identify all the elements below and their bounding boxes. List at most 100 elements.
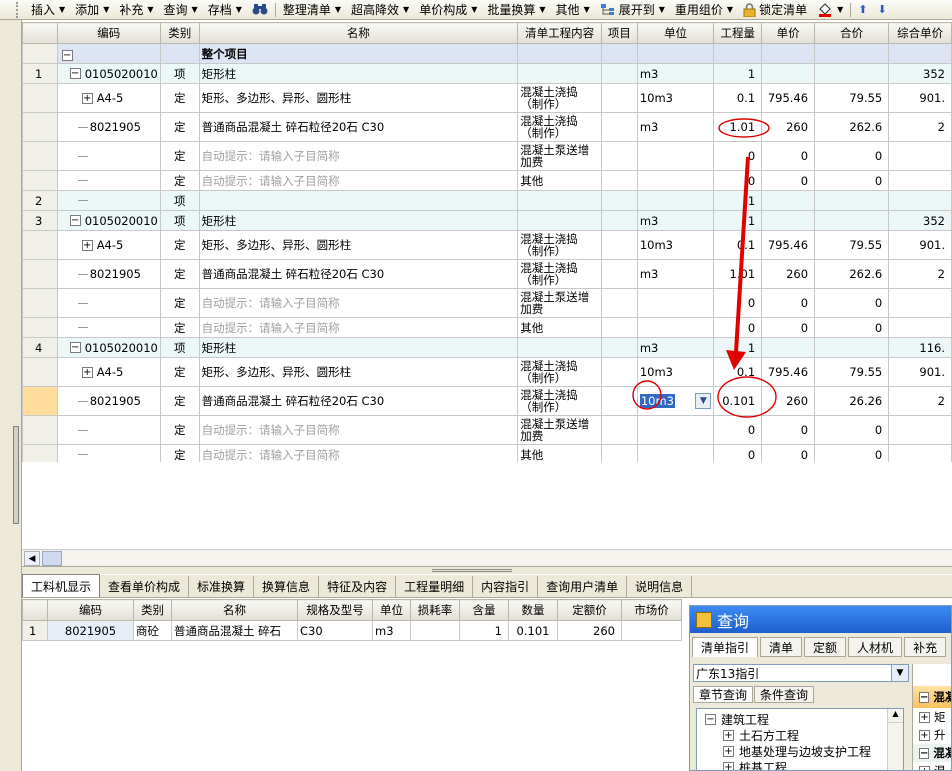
height-reduction-button[interactable]: 超高降效 ▼ — [346, 1, 414, 19]
type-cell[interactable]: 定 — [159, 170, 200, 191]
lock-list-button[interactable]: 锁定清单 — [738, 1, 812, 19]
move-down-button[interactable]: ⬇ — [872, 1, 891, 19]
header-qty[interactable]: 工程量 — [713, 22, 763, 44]
expand-to-button[interactable]: 展开到 ▼ — [595, 1, 670, 19]
quota-row[interactable]: 定自动提示：请输入子目简称 混凝土泵送增加费 0 0 0 — [22, 288, 952, 318]
total-cell[interactable]: 79.55 — [814, 230, 890, 260]
type-cell[interactable]: 定 — [159, 386, 200, 416]
price-cell[interactable]: 0 — [761, 415, 816, 445]
header-comprehensive[interactable]: 综合单价 — [888, 22, 952, 44]
price-cell[interactable] — [761, 337, 816, 358]
item-cell[interactable] — [601, 230, 638, 260]
res-header-unit[interactable]: 单位 — [372, 599, 411, 621]
name-cell[interactable]: 普通商品混凝土 碎石粒径20石 C30 — [198, 259, 519, 289]
add-button[interactable]: 添加 ▼ — [70, 1, 114, 19]
item-cell[interactable] — [601, 141, 638, 171]
quota-row[interactable]: 定自动提示：请输入子目简称 混凝土泵送增加费 0 0 0 — [22, 141, 952, 171]
type-cell[interactable]: 定 — [159, 444, 200, 462]
comprehensive-cell[interactable]: 116. — [888, 337, 952, 358]
reuse-pricing-button[interactable]: 重用组价 ▼ — [670, 1, 738, 19]
tab-unit-price-composition[interactable]: 查看单价构成 — [100, 576, 190, 597]
item-cell[interactable] — [601, 357, 638, 387]
item-cell[interactable] — [601, 63, 638, 84]
type-cell[interactable]: 项 — [159, 210, 200, 231]
code-cell[interactable] — [56, 317, 161, 338]
type-cell[interactable]: 定 — [159, 288, 200, 318]
type-cell[interactable]: 定 — [159, 317, 200, 338]
code-cell[interactable] — [56, 141, 161, 171]
qty-cell[interactable]: 0.1 — [713, 83, 763, 113]
tree-node-earthwork[interactable]: + 土石方工程 — [697, 727, 903, 743]
price-cell[interactable]: 260 — [761, 112, 816, 142]
qty-cell[interactable]: 0.101 — [713, 386, 763, 416]
tab-labor-material[interactable]: 人材机 — [848, 637, 903, 657]
tab-description[interactable]: 说明信息 — [627, 576, 693, 597]
unit-cell[interactable]: m3 — [636, 112, 715, 142]
price-cell[interactable]: 0 — [761, 444, 816, 462]
code-cell[interactable]: + A4-5 — [56, 230, 161, 260]
content-cell[interactable]: 混凝土浇捣（制作） — [517, 112, 603, 142]
total-cell[interactable]: 0 — [814, 444, 890, 462]
total-cell[interactable]: 262.6 — [814, 259, 890, 289]
name-cell[interactable]: 矩形、多边形、异形、圆形柱 — [198, 357, 519, 387]
code-cell[interactable] — [56, 288, 161, 318]
minus-box-icon[interactable]: − — [61, 49, 73, 61]
quota-row[interactable]: 8021905 定普通商品混凝土 碎石粒径20石 C30 混凝土浇捣（制作） m3 1.… — [22, 259, 952, 289]
unit-cell[interactable]: 10m3 — [636, 83, 715, 113]
quota-row[interactable]: + A4-5 定矩形、多边形、异形、圆形柱 混凝土浇捣（制作） 10m3 0.1 795.4… — [22, 357, 952, 387]
type-cell[interactable]: 项 — [159, 337, 200, 358]
header-total[interactable]: 合价 — [814, 22, 890, 44]
qty-cell[interactable]: 0 — [713, 317, 763, 338]
content-cell[interactable] — [517, 63, 603, 84]
comprehensive-cell[interactable] — [888, 444, 952, 462]
item-cell[interactable] — [601, 317, 638, 338]
supplement-button[interactable]: 补充 ▼ — [114, 1, 158, 19]
find-button[interactable] — [247, 1, 273, 19]
item-cell[interactable] — [601, 288, 638, 318]
price-cell[interactable]: 0 — [761, 288, 816, 318]
name-cell[interactable]: 矩形柱 — [198, 210, 519, 231]
qty-cell[interactable]: 1 — [713, 337, 763, 358]
plus-box-icon[interactable]: + — [81, 92, 93, 104]
comprehensive-cell[interactable] — [888, 190, 952, 211]
quota-row[interactable]: + A4-5 定矩形、多边形、异形、圆形柱 混凝土浇捣（制作） 10m3 0.1 795.4… — [22, 83, 952, 113]
item-cell[interactable] — [601, 83, 638, 113]
res-header-loss[interactable]: 损耗率 — [410, 599, 460, 621]
plus-box-icon[interactable]: + — [81, 366, 93, 378]
header-price[interactable]: 单价 — [761, 22, 816, 44]
unit-cell[interactable] — [636, 170, 715, 191]
name-cell[interactable]: 自动提示：请输入子目简称 — [198, 415, 519, 445]
header-type[interactable]: 类别 — [159, 22, 200, 44]
code-cell[interactable] — [56, 170, 161, 191]
quota-row[interactable]: 8021905 定普通商品混凝土 碎石粒径20石 C30 混凝土浇捣（制作） 10m3… — [22, 386, 952, 416]
total-cell[interactable]: 79.55 — [814, 357, 890, 387]
comprehensive-cell[interactable] — [888, 317, 952, 338]
comprehensive-cell[interactable] — [888, 170, 952, 191]
res-header-name[interactable]: 名称 — [171, 599, 298, 621]
organize-list-button[interactable]: 整理清单 ▼ — [278, 1, 346, 19]
tree-scrollbar[interactable]: ▲ — [887, 709, 903, 770]
qty-cell[interactable]: 0 — [713, 415, 763, 445]
name-cell[interactable]: 矩形、多边形、异形、圆形柱 — [198, 230, 519, 260]
type-cell[interactable]: 定 — [159, 83, 200, 113]
name-cell[interactable]: 矩形、多边形、异形、圆形柱 — [198, 83, 519, 113]
tab-content-guide[interactable]: 内容指引 — [473, 576, 539, 597]
type-cell[interactable]: 定 — [159, 112, 200, 142]
code-cell[interactable] — [56, 190, 161, 211]
header-unit[interactable]: 单位 — [636, 22, 715, 44]
price-cell[interactable]: 0 — [761, 141, 816, 171]
comprehensive-cell[interactable] — [888, 415, 952, 445]
qty-cell[interactable]: 1 — [713, 63, 763, 84]
type-cell[interactable]: 定 — [159, 141, 200, 171]
unit-cell-editing[interactable]: 10m3 ▼ — [636, 386, 715, 416]
header-item[interactable]: 项目 — [601, 22, 638, 44]
quota-row[interactable]: 定自动提示：请输入子目简称 其他 0 0 0 — [22, 317, 952, 338]
unit-cell[interactable]: 10m3 — [636, 230, 715, 260]
qty-cell[interactable]: 0 — [713, 170, 763, 191]
bill-item-row[interactable]: 1−0105020010 项矩形柱 m3 1 352 — [22, 63, 952, 84]
comprehensive-cell[interactable]: 2 — [888, 386, 952, 416]
total-cell[interactable]: 0 — [814, 170, 890, 191]
comprehensive-cell[interactable]: 2 — [888, 112, 952, 142]
unit-cell[interactable] — [636, 415, 715, 445]
scroll-left-arrow-icon[interactable]: ◀ — [24, 551, 40, 566]
